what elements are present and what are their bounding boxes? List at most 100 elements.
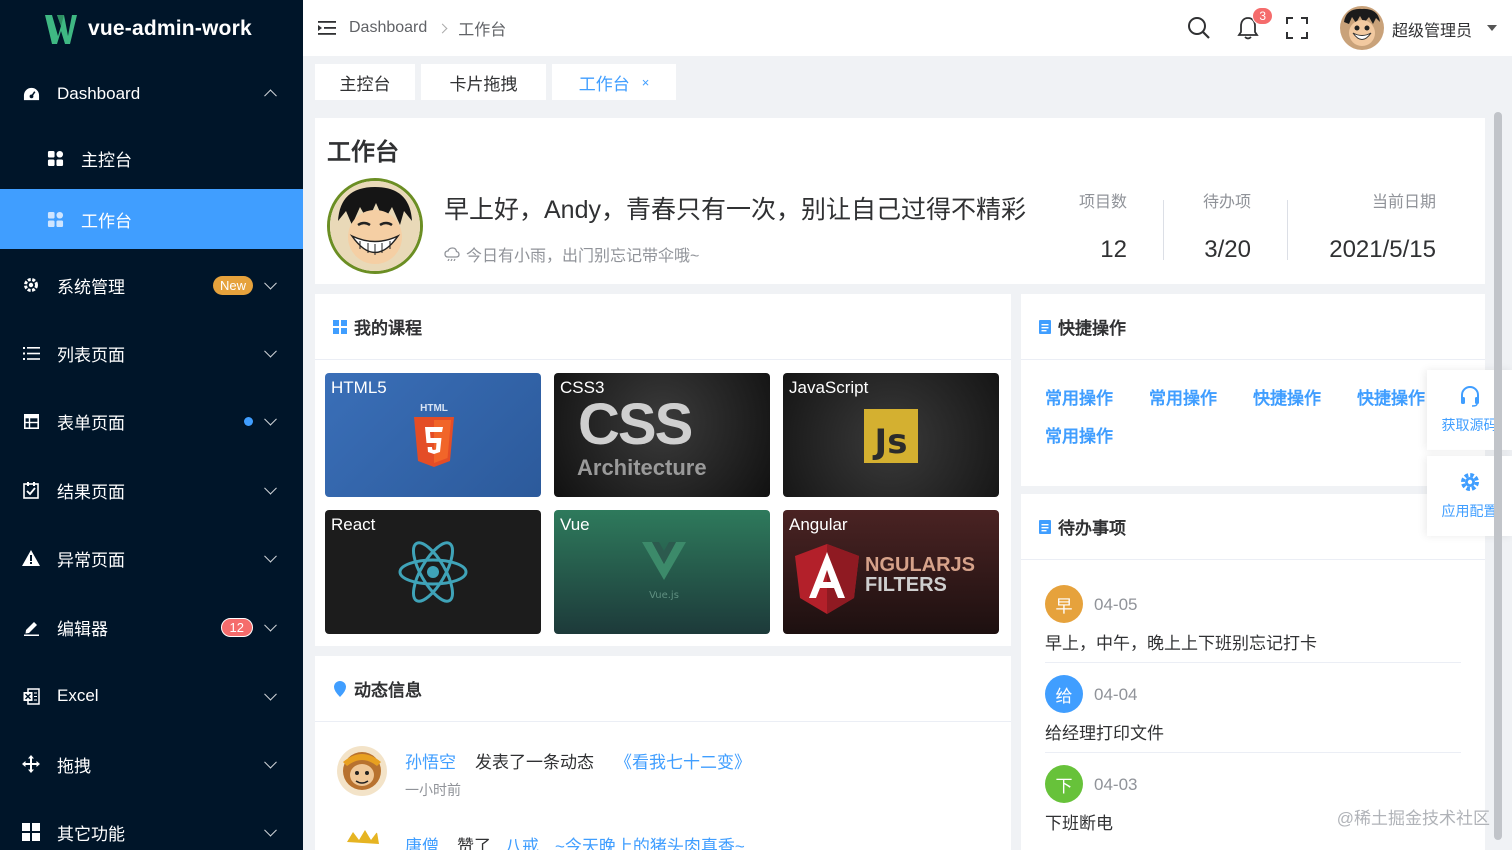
post-link[interactable]: 《看我七十二变》 [615, 748, 751, 773]
avatar[interactable] [1340, 6, 1384, 50]
weather-label: 今日有小雨，出门别忘记带伞哦~ [466, 248, 700, 265]
document-icon [1039, 319, 1051, 334]
todo-avatar: 给 [1045, 675, 1083, 713]
todo-avatar: 早 [1045, 585, 1083, 623]
caret-down-icon[interactable] [1487, 25, 1497, 31]
gear-icon [22, 276, 40, 294]
quick-link[interactable]: 常用操作 [1149, 384, 1217, 409]
headset-icon [1460, 386, 1479, 407]
chevron-down-icon [264, 344, 277, 358]
sidebar-item-editor[interactable]: 编辑器 12 [0, 597, 303, 657]
greeting-text: 早上好，Andy，青春只有一次，别让自己过得不精彩 [444, 196, 1026, 224]
course-label: React [331, 515, 376, 534]
count-badge: 12 [220, 617, 253, 637]
stat-label: 项目数 [1078, 194, 1127, 211]
gear-icon [1460, 473, 1479, 491]
courses-card: 我的课程 HTML5 HTML CSS3 CSS Architecture Ja… [315, 294, 1011, 646]
excel-icon [22, 687, 40, 705]
angular-logo-icon [795, 544, 859, 614]
tab-bar: 主控台 卡片拖拽 工作台 × [303, 56, 1512, 108]
avatar [327, 178, 423, 274]
divider [1045, 662, 1461, 663]
quick-link[interactable]: 常用操作 [1045, 422, 1113, 447]
sidebar-item-other[interactable]: 其它功能 [0, 802, 303, 850]
card-title: 动态信息 [354, 681, 422, 700]
sidebar-item-label: 系统管理 [57, 277, 125, 297]
move-icon [22, 755, 40, 773]
stat-label: 待办项 [1202, 194, 1251, 211]
todo-avatar: 下 [1045, 765, 1083, 803]
get-source-label: 获取源码 [1441, 417, 1498, 433]
sidebar-item-result[interactable]: 结果页面 [0, 460, 303, 520]
sidebar-item-exception[interactable]: 异常页面 [0, 528, 303, 588]
grid-icon [46, 210, 64, 228]
card-title: 快捷操作 [1058, 319, 1126, 338]
sidebar-item-dashboard[interactable]: Dashboard [0, 64, 303, 124]
quick-link[interactable]: 快捷操作 [1253, 384, 1321, 409]
tab-console[interactable]: 主控台 [315, 64, 415, 100]
course-card-react[interactable]: React [325, 510, 541, 634]
react-logo-icon [398, 541, 468, 603]
app-title: vue-admin-work [88, 17, 252, 40]
chevron-down-icon [264, 823, 277, 837]
sidebar-item-console[interactable]: 主控台 [0, 128, 303, 188]
sidebar-item-label: 拖拽 [57, 756, 91, 776]
cloud-icon [444, 247, 460, 261]
sidebar-item-drag[interactable]: 拖拽 [0, 734, 303, 794]
sidebar-item-label: 表单页面 [57, 413, 125, 433]
page-title: 工作台 [327, 139, 399, 166]
user-link[interactable]: 八戒 [505, 832, 539, 850]
fullscreen-icon[interactable] [1284, 15, 1310, 41]
weather-text: 今日有小雨，出门别忘记带伞哦~ [444, 242, 699, 266]
sidebar-item-system[interactable]: 系统管理 New [0, 255, 303, 315]
card-header: 快捷操作 [1021, 294, 1485, 360]
course-card-vue[interactable]: Vue Vue.js [554, 510, 770, 634]
checkbox-icon [22, 481, 40, 499]
course-card-angular[interactable]: Angular NGULARJS FILTERS [783, 510, 999, 634]
tab-card-drag[interactable]: 卡片拖拽 [421, 64, 546, 100]
tab-label: 卡片拖拽 [449, 74, 518, 94]
watermark: @稀土掘金技术社区 [1336, 809, 1490, 828]
course-label: Angular [789, 515, 848, 534]
stat-value: 2021/5/15 [1329, 236, 1436, 263]
post-link[interactable]: ~今天晚上的猪头肉真香~ [555, 832, 745, 850]
user-link[interactable]: 唐僧 [405, 832, 439, 850]
quick-link[interactable]: 常用操作 [1045, 384, 1113, 409]
card-header: 待办事项 [1021, 494, 1485, 560]
course-card-html5[interactable]: HTML5 HTML [325, 373, 541, 497]
sidebar-item-form[interactable]: 表单页面 [0, 391, 303, 451]
todo-text: 下班断电 [1045, 814, 1113, 833]
breadcrumb: Dashboard 工作台 [349, 16, 506, 40]
close-icon[interactable]: × [642, 75, 650, 90]
stat-divider [1163, 200, 1164, 260]
course-label: HTML5 [331, 378, 387, 397]
user-link[interactable]: 孙悟空 [405, 748, 456, 773]
card-header: 动态信息 [315, 656, 1011, 722]
sidebar-item-label: Dashboard [57, 84, 141, 103]
apps-icon [22, 823, 40, 841]
sidebar-item-excel[interactable]: Excel [0, 666, 303, 726]
html5-logo-icon: HTML [414, 403, 454, 467]
sidebar-item-workplace[interactable]: 工作台 [0, 189, 303, 249]
scrollbar[interactable] [1494, 112, 1502, 840]
svg-text:Vue.js: Vue.js [649, 590, 679, 601]
notification-button[interactable]: 3 [1235, 7, 1273, 41]
grid-icon [46, 149, 64, 167]
quick-link[interactable]: 快捷操作 [1357, 384, 1425, 409]
course-card-css3[interactable]: CSS3 CSS Architecture [554, 373, 770, 497]
menu-fold-icon[interactable] [317, 18, 337, 38]
tab-workplace[interactable]: 工作台 × [552, 64, 676, 100]
chevron-down-icon [264, 618, 277, 632]
logo[interactable]: vue-admin-work [0, 0, 303, 58]
course-card-javascript[interactable]: JavaScript Js [783, 373, 999, 497]
sidebar-item-label: 结果页面 [57, 482, 125, 502]
tab-label: 工作台 [578, 74, 630, 94]
sidebar-item-label: 列表页面 [57, 345, 125, 365]
sidebar-item-list[interactable]: 列表页面 [0, 323, 303, 383]
breadcrumb-item[interactable]: Dashboard [349, 19, 427, 37]
course-label: JavaScript [789, 378, 869, 397]
user-name[interactable]: 超级管理员 [1392, 17, 1472, 41]
dashboard-icon [22, 85, 40, 103]
search-icon[interactable] [1186, 15, 1212, 41]
avatar [337, 828, 387, 850]
